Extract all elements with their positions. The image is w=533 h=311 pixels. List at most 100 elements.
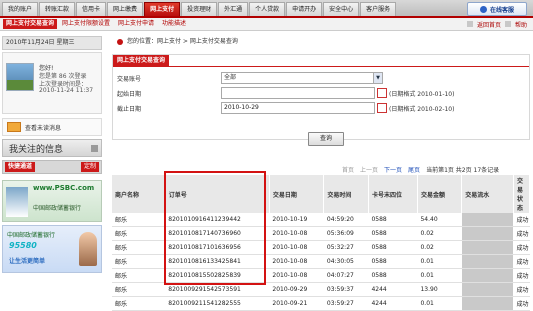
cell-status: 成功	[513, 268, 530, 283]
pager-first[interactable]: 首页	[342, 165, 354, 174]
avatar	[6, 63, 34, 91]
cell-date: 2010-10-08	[269, 268, 324, 283]
breadcrumb-path: 网上支付 > 网上支付交易查询	[157, 38, 238, 45]
location-icon	[117, 39, 123, 45]
banner2-bank-name: 中国邮政储蓄银行	[7, 232, 56, 239]
cell-merchant: 邮乐	[112, 254, 166, 269]
tab-customer-service[interactable]: 客户服务	[360, 2, 397, 16]
query-button[interactable]: 查询	[308, 132, 344, 146]
home-icon	[466, 21, 473, 27]
cell-card-last4: 4244	[368, 296, 418, 311]
cell-merchant: 邮乐	[112, 213, 166, 227]
pager-last[interactable]: 尾页	[408, 165, 420, 174]
favorites-label: 我关注的信息	[9, 144, 64, 155]
end-date-input[interactable]: 2010-10-29	[221, 102, 375, 114]
subnav-apply[interactable]: 网上支付申请	[115, 19, 157, 29]
query-panel: 网上支付交易查询 交易账号 全部 ▼ 起始日期 (日期格式 2010-01-10…	[112, 54, 530, 140]
cell-merchant: 邮乐	[112, 268, 166, 283]
title-divider	[113, 66, 529, 67]
cell-card-last4: 0588	[368, 226, 418, 241]
col-status: 交易状态	[513, 175, 531, 213]
table-row[interactable]: 邮乐 8201010816133425841 2010-10-08 04:30:…	[112, 254, 530, 269]
start-date-hint: (日期格式 2010-01-10)	[389, 90, 455, 98]
tab-apply[interactable]: 申请开办	[286, 2, 323, 16]
cell-time: 05:32:27	[323, 240, 369, 255]
table-row[interactable]: 邮乐 8201010817101636956 2010-10-08 05:32:…	[112, 240, 530, 255]
hotline-number: 95580	[9, 241, 37, 250]
cell-order-no: 8201010916411239442	[165, 213, 270, 227]
hotline-banner[interactable]: 中国邮政储蓄银行 95580 让生活更简单	[2, 225, 102, 273]
unread-messages-link[interactable]: 查看未读消息	[2, 118, 102, 136]
subnav-limit-settings[interactable]: 网上支付限额设置	[59, 19, 113, 29]
calendar-icon[interactable]	[377, 88, 387, 98]
table-row[interactable]: 邮乐 8201010815502825839 2010-10-08 04:07:…	[112, 268, 530, 283]
sub-nav: 网上支付交易查询 网上支付限额设置 网上支付申请 功能描述 返回首页 帮助	[0, 18, 533, 31]
tab-transfer[interactable]: 转账汇款	[39, 2, 76, 16]
top-tabs: 我的账户 转账汇款 信用卡 网上缴费 网上支付 投资理财 外汇通 个人贷款 申请…	[2, 2, 397, 16]
tab-investment[interactable]: 投资理财	[181, 2, 218, 16]
start-date-row: 起始日期 (日期格式 2010-01-10)	[113, 86, 531, 100]
help-link[interactable]: 帮助	[515, 20, 527, 29]
customize-button[interactable]: 定制	[80, 162, 99, 172]
table-row[interactable]: 邮乐 8201009211541282555 2010-09-21 03:59:…	[112, 296, 530, 311]
cell-order-no: 8201010817140736960	[165, 226, 270, 241]
tab-my-account[interactable]: 我的账户	[2, 2, 39, 16]
cell-amount: 0.01	[417, 296, 462, 311]
psbc-banner[interactable]: www.PSBC.com 中国邮政储蓄银行	[2, 180, 102, 222]
cell-serial	[461, 240, 514, 255]
pager-prev[interactable]: 上一页	[360, 165, 378, 174]
banner-brand: www.PSBC.com	[33, 184, 95, 192]
subnav-transaction-query[interactable]: 网上支付交易查询	[3, 19, 58, 29]
date-bar: 2010年11月24日 星期三	[2, 36, 102, 50]
top-nav: 我的账户 转账汇款 信用卡 网上缴费 网上支付 投资理财 外汇通 个人贷款 申请…	[0, 0, 533, 18]
cell-serial	[461, 268, 514, 283]
mail-icon	[7, 122, 21, 132]
account-select[interactable]: 全部 ▼	[221, 72, 383, 84]
last-login-time: 2010-11-24 11:37	[39, 87, 94, 94]
cell-card-last4: 0588	[368, 240, 418, 255]
subnav-description[interactable]: 功能描述	[159, 19, 189, 29]
tab-personal-loan[interactable]: 个人贷款	[249, 2, 286, 16]
cell-status: 成功	[513, 240, 530, 255]
col-merchant: 商户名称	[112, 175, 166, 213]
table-row[interactable]: 邮乐 8201010817140736960 2010-10-08 05:36:…	[112, 226, 530, 241]
cell-order-no: 8201010815502825839	[165, 268, 270, 283]
breadcrumb: 您的位置： 网上支付 > 网上支付交易查询	[112, 36, 530, 48]
col-serial: 交易流水	[461, 175, 514, 213]
chevron-icon	[91, 144, 98, 152]
tab-credit-card[interactable]: 信用卡	[76, 2, 107, 16]
start-date-input[interactable]	[221, 87, 375, 99]
end-date-label: 截止日期	[117, 105, 142, 113]
cell-amount: 0.01	[417, 268, 462, 283]
tab-security[interactable]: 安全中心	[323, 2, 360, 16]
banner2-tagline: 让生活更简单	[9, 258, 46, 265]
tab-forex[interactable]: 外汇通	[218, 2, 249, 16]
main-content: 您的位置： 网上支付 > 网上支付交易查询 网上支付交易查询 交易账号 全部 ▼…	[112, 36, 531, 311]
col-card-last4: 卡号末四位	[368, 175, 418, 213]
banner2-person-image	[79, 232, 97, 266]
pager-info: 当前第1页 共2页 17条记录	[426, 167, 500, 174]
chevron-down-icon: ▼	[373, 73, 382, 83]
pager-next[interactable]: 下一页	[384, 165, 402, 174]
banner-bank-name: 中国邮政储蓄银行	[33, 205, 82, 212]
cell-status: 成功	[513, 296, 530, 311]
tab-online-payment-bills[interactable]: 网上缴费	[107, 2, 144, 16]
cell-date: 2010-10-08	[269, 226, 324, 241]
banner-image	[6, 187, 28, 217]
query-panel-title: 网上支付交易查询	[113, 55, 170, 66]
quick-channel-bar: 快捷通道 定制	[2, 160, 102, 174]
cell-amount: 0.01	[417, 254, 462, 269]
cell-amount: 0.02	[417, 240, 462, 255]
home-link[interactable]: 返回首页	[477, 20, 501, 29]
online-service-button[interactable]: 在线客服	[467, 2, 527, 16]
calendar-icon[interactable]	[377, 103, 387, 113]
cell-time: 04:07:27	[323, 268, 369, 283]
tab-online-payment[interactable]: 网上支付	[144, 2, 181, 16]
chat-icon	[479, 5, 487, 13]
cell-serial	[461, 296, 514, 311]
cell-card-last4: 0588	[368, 254, 418, 269]
cell-card-last4: 0588	[368, 268, 418, 283]
favorites-header[interactable]: 我关注的信息	[2, 139, 102, 157]
table-row[interactable]: 邮乐 8201010916411239442 2010-10-19 04:59:…	[112, 213, 530, 227]
start-date-label: 起始日期	[117, 90, 142, 98]
